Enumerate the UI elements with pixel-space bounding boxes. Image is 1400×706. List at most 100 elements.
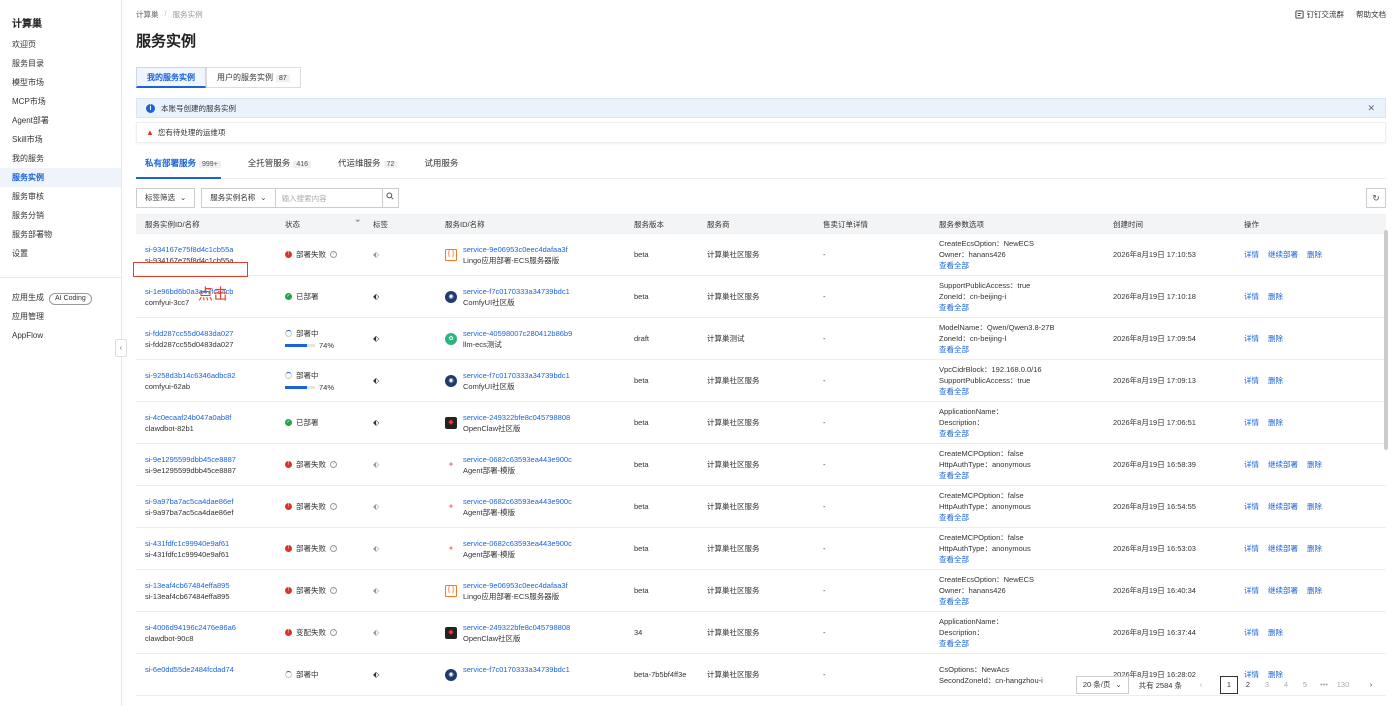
sidebar-item[interactable]: 我的服务 bbox=[0, 149, 121, 168]
sidebar-item[interactable]: 欢迎页 bbox=[0, 35, 121, 54]
details-link[interactable]: 详情 bbox=[1244, 333, 1259, 344]
view-all-link[interactable]: 查看全部 bbox=[939, 344, 1104, 355]
sidebar-item[interactable]: 服务分销 bbox=[0, 206, 121, 225]
tab-my-instances[interactable]: 我的服务实例 bbox=[136, 67, 206, 88]
delete-link[interactable]: 删除 bbox=[1268, 627, 1283, 638]
filter-icon[interactable]: ⏷ bbox=[355, 218, 361, 226]
sidebar-item[interactable]: 服务部署物 bbox=[0, 225, 121, 244]
page-number[interactable]: 2 bbox=[1239, 676, 1257, 694]
service-id-link[interactable]: service-f7c0170333a34739bdc1 bbox=[463, 664, 570, 675]
help-icon[interactable]: ? bbox=[330, 461, 337, 468]
sidebar-item[interactable]: 服务实例 bbox=[0, 168, 121, 187]
details-link[interactable]: 详情 bbox=[1244, 375, 1259, 386]
instance-id-link[interactable]: si-4006d94196c2476e86a6 bbox=[145, 622, 276, 633]
service-id-link[interactable]: service-249322bfe8c045798808 bbox=[463, 622, 570, 633]
tag-icon[interactable]: ⬖ bbox=[373, 376, 379, 385]
page-number[interactable]: 3 bbox=[1258, 676, 1276, 694]
tab-user-instances[interactable]: 用户的服务实例 87 bbox=[206, 67, 301, 88]
tab-trial[interactable]: 试用服务 bbox=[415, 157, 458, 179]
sidebar-item[interactable]: AppFlow bbox=[0, 326, 121, 345]
tag-icon[interactable]: ⬖ bbox=[373, 292, 379, 301]
help-icon[interactable]: ? bbox=[330, 629, 337, 636]
sidebar-item[interactable]: Agent部署 bbox=[0, 111, 121, 130]
tab-managed-ops[interactable]: 代运维服务 72 bbox=[329, 157, 398, 179]
service-id-link[interactable]: service-0682c63593ea443e900c bbox=[463, 454, 572, 465]
page-number[interactable]: 5 bbox=[1296, 676, 1314, 694]
instance-id-link[interactable]: si-9258d3b14c6346adbc82 bbox=[145, 370, 276, 381]
details-link[interactable]: 详情 bbox=[1244, 543, 1259, 554]
sidebar-item[interactable]: 模型市场 bbox=[0, 73, 121, 92]
search-button[interactable] bbox=[381, 189, 398, 207]
delete-link[interactable]: 删除 bbox=[1268, 291, 1283, 302]
refresh-button[interactable]: ↻ bbox=[1366, 188, 1386, 208]
tag-icon[interactable]: ⬖ bbox=[373, 544, 379, 553]
sidebar-item[interactable]: Skill市场 bbox=[0, 130, 121, 149]
close-icon[interactable]: ✕ bbox=[1367, 103, 1375, 114]
search-field-select[interactable]: 服务实例名称 ⌄ bbox=[202, 189, 276, 207]
details-link[interactable]: 详情 bbox=[1244, 249, 1259, 260]
delete-link[interactable]: 删除 bbox=[1307, 585, 1322, 596]
delete-link[interactable]: 删除 bbox=[1307, 249, 1322, 260]
details-link[interactable]: 详情 bbox=[1244, 627, 1259, 638]
help-icon[interactable]: ? bbox=[330, 545, 337, 552]
service-id-link[interactable]: service-249322bfe8c045798808 bbox=[463, 412, 570, 423]
tag-icon[interactable]: ⬖ bbox=[373, 586, 379, 595]
tag-filter-select[interactable]: 标签筛选 ⌄ bbox=[136, 188, 196, 208]
tag-icon[interactable]: ⬖ bbox=[373, 460, 379, 469]
delete-link[interactable]: 删除 bbox=[1307, 543, 1322, 554]
view-all-link[interactable]: 查看全部 bbox=[939, 470, 1104, 481]
help-icon[interactable]: ? bbox=[330, 503, 337, 510]
tag-icon[interactable]: ⬖ bbox=[373, 418, 379, 427]
service-id-link[interactable]: service-40598007c280412b86b9 bbox=[463, 328, 572, 339]
tag-icon[interactable]: ⬖ bbox=[373, 502, 379, 511]
view-all-link[interactable]: 查看全部 bbox=[939, 596, 1104, 607]
delete-link[interactable]: 删除 bbox=[1307, 501, 1322, 512]
view-all-link[interactable]: 查看全部 bbox=[939, 512, 1104, 523]
sidebar-item[interactable]: 应用管理 bbox=[0, 307, 121, 326]
dingtalk-group-link[interactable]: 钉钉交流群 bbox=[1294, 9, 1344, 20]
view-all-link[interactable]: 查看全部 bbox=[939, 554, 1104, 565]
view-all-link[interactable]: 查看全部 bbox=[939, 302, 1104, 313]
breadcrumb-root[interactable]: 计算巢 bbox=[136, 9, 159, 20]
view-all-link[interactable]: 查看全部 bbox=[939, 260, 1104, 271]
instance-id-link[interactable]: si-13eaf4cb67484effa895 bbox=[145, 580, 276, 591]
continue-deploy-link[interactable]: 继续部署 bbox=[1268, 459, 1298, 470]
service-id-link[interactable]: service-9e06953c0eec4dafaa3f bbox=[463, 580, 568, 591]
sidebar-item[interactable]: 服务审核 bbox=[0, 187, 121, 206]
tag-icon[interactable]: ⬖ bbox=[373, 670, 379, 679]
details-link[interactable]: 详情 bbox=[1244, 291, 1259, 302]
service-id-link[interactable]: service-0682c63593ea443e900c bbox=[463, 538, 572, 549]
service-id-link[interactable]: service-9e06953c0eec4dafaa3f bbox=[463, 244, 568, 255]
sidebar-item[interactable]: 应用生成 AI Coding bbox=[0, 288, 121, 307]
tag-icon[interactable]: ⬖ bbox=[373, 334, 379, 343]
view-all-link[interactable]: 查看全部 bbox=[939, 386, 1104, 397]
continue-deploy-link[interactable]: 继续部署 bbox=[1268, 585, 1298, 596]
help-doc-link[interactable]: 帮助文档 bbox=[1356, 9, 1386, 20]
delete-link[interactable]: 删除 bbox=[1268, 417, 1283, 428]
tag-icon[interactable]: ⬖ bbox=[373, 628, 379, 637]
prev-page-button[interactable]: ‹ bbox=[1192, 676, 1210, 694]
sidebar-item[interactable]: 设置 bbox=[0, 244, 121, 263]
service-id-link[interactable]: service-f7c0170333a34739bdc1 bbox=[463, 370, 570, 381]
next-page-button[interactable]: › bbox=[1362, 676, 1380, 694]
instance-id-link[interactable]: si-6e0dd55de2484fcdad74 bbox=[145, 664, 276, 675]
service-id-link[interactable]: service-f7c0170333a34739bdc1 bbox=[463, 286, 570, 297]
continue-deploy-link[interactable]: 继续部署 bbox=[1268, 501, 1298, 512]
instance-id-link[interactable]: si-934167e75f8d4c1cb55a bbox=[145, 244, 276, 255]
tab-fully-managed[interactable]: 全托管服务 416 bbox=[239, 157, 311, 179]
search-input[interactable] bbox=[275, 189, 382, 207]
table-scrollbar[interactable] bbox=[1384, 230, 1388, 450]
page-size-select[interactable]: 20 条/页 ⌄ bbox=[1075, 676, 1129, 694]
instance-id-link[interactable]: si-431fdfc1c99940e9af61 bbox=[145, 538, 276, 549]
delete-link[interactable]: 删除 bbox=[1307, 459, 1322, 470]
instance-id-link[interactable]: si-9a97ba7ac5ca4dae86ef bbox=[145, 496, 276, 507]
delete-link[interactable]: 删除 bbox=[1268, 333, 1283, 344]
sidebar-item[interactable]: 服务目录 bbox=[0, 54, 121, 73]
page-number[interactable]: ••• bbox=[1315, 676, 1333, 694]
instance-id-link[interactable]: si-4c0ecaaf24b047a0ab8f bbox=[145, 412, 276, 423]
view-all-link[interactable]: 查看全部 bbox=[939, 638, 1104, 649]
continue-deploy-link[interactable]: 继续部署 bbox=[1268, 543, 1298, 554]
tab-private-deploy[interactable]: 私有部署服务 999+ bbox=[136, 157, 221, 179]
tag-icon[interactable]: ⬖ bbox=[373, 250, 379, 259]
service-id-link[interactable]: service-0682c63593ea443e900c bbox=[463, 496, 572, 507]
